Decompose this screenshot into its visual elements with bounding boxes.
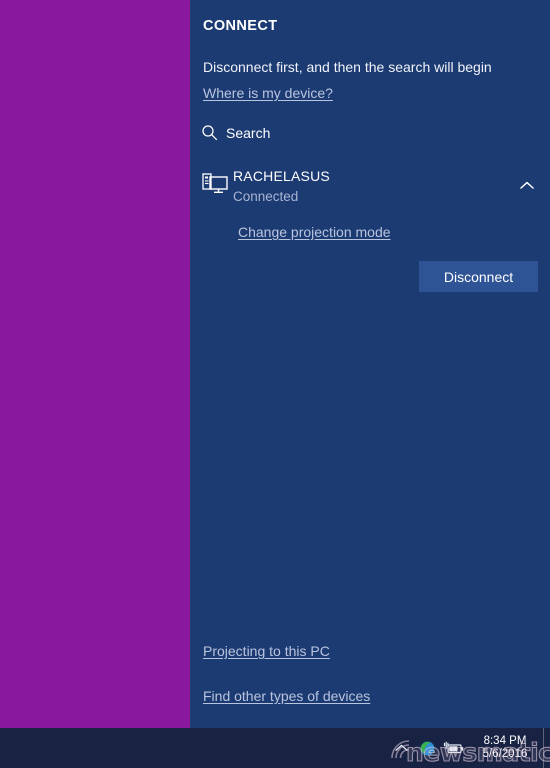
- where-is-my-device-link[interactable]: Where is my device?: [203, 85, 333, 101]
- show-hidden-icons-chevron-up-icon[interactable]: [388, 728, 414, 768]
- clock-date: 5/6/2016: [482, 748, 528, 760]
- search-icon: [201, 124, 218, 141]
- change-projection-mode-link[interactable]: Change projection mode: [238, 224, 391, 240]
- device-list-item[interactable]: RACHELASUS Connected: [190, 165, 550, 207]
- desktop-background[interactable]: [0, 0, 190, 728]
- projecting-to-this-pc-link[interactable]: Projecting to this PC: [203, 643, 330, 659]
- clock-time: 8:34 PM: [483, 734, 527, 747]
- search-row[interactable]: Search: [201, 124, 270, 141]
- connect-flyout-panel: CONNECT Disconnect first, and then the s…: [190, 0, 550, 728]
- find-other-types-of-devices-link[interactable]: Find other types of devices: [203, 688, 370, 704]
- device-name: RACHELASUS: [233, 168, 330, 184]
- show-desktop-button[interactable]: [543, 728, 550, 768]
- battery-charging-icon[interactable]: [440, 728, 466, 768]
- page-title: CONNECT: [203, 18, 278, 34]
- status-message: Disconnect first, and then the search wi…: [203, 59, 492, 75]
- clock[interactable]: 8:34 PM 5/6/2016: [466, 728, 544, 768]
- screen: CONNECT Disconnect first, and then the s…: [0, 0, 550, 768]
- search-label: Search: [226, 124, 271, 141]
- device-status: Connected: [233, 189, 299, 204]
- taskbar: 8:34 PM 5/6/2016: [0, 728, 550, 768]
- network-globe-icon[interactable]: [414, 728, 440, 768]
- pc-and-monitor-icon: [202, 172, 228, 196]
- system-tray: 8:34 PM 5/6/2016: [388, 728, 544, 768]
- disconnect-button[interactable]: Disconnect: [419, 261, 538, 292]
- chevron-up-icon[interactable]: [514, 172, 540, 198]
